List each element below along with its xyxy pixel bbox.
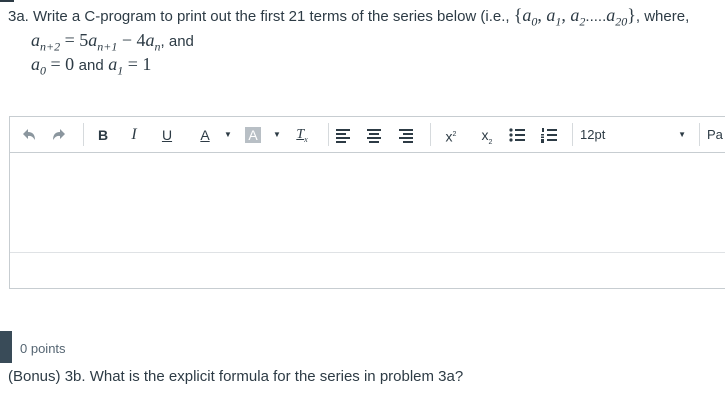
question-3a-line1: 3a. Write a C-program to print out the f… [8, 5, 690, 29]
editor-status-bar [10, 252, 725, 288]
superscript-button[interactable]: x2 [440, 125, 462, 145]
question-3a-intro: 3a. Write a C-program to print out the f… [8, 8, 514, 25]
editor-content-area[interactable] [10, 152, 725, 252]
initial-conditions: a0 = 0 and a1 = 1 [31, 54, 152, 78]
superscript-label: x [445, 128, 453, 145]
toolbar-separator [572, 123, 573, 146]
toolbar-separator [430, 123, 431, 146]
rich-text-editor: B I U A ▼ A ▼ Tx x2 x2 12pt ▼ Pa [9, 116, 725, 289]
recurrence-equation: an+2 = 5an+1 − 4an, and [31, 30, 194, 54]
toolbar-separator [699, 123, 700, 146]
numbered-list-icon[interactable] [540, 125, 562, 145]
term-ellipsis: ..... [585, 8, 607, 25]
undo-icon[interactable] [20, 125, 42, 145]
question-3b-text: (Bonus) 3b. What is the explicit formula… [8, 368, 464, 385]
bold-button[interactable]: B [92, 125, 114, 145]
toolbar-separator [83, 123, 84, 146]
subscript-label: x [481, 127, 489, 143]
clear-formatting-label: T [296, 127, 305, 142]
question-3a-after: , where, [635, 8, 690, 25]
font-size-select[interactable]: 12pt ▼ [580, 125, 692, 145]
background-color-button[interactable]: A [245, 127, 261, 143]
editor-toolbar: B I U A ▼ A ▼ Tx x2 x2 12pt ▼ Pa [10, 117, 725, 153]
clear-formatting-button[interactable]: Tx [292, 125, 312, 145]
align-left-icon[interactable] [335, 125, 357, 145]
term-a20-sub: 20 [615, 14, 628, 29]
brace-close: } [627, 5, 636, 25]
redo-icon[interactable] [50, 125, 72, 145]
align-center-icon[interactable] [366, 125, 388, 145]
font-size-dropdown-icon: ▼ [678, 130, 686, 139]
question-top-marker [0, 0, 14, 2]
font-size-value: 12pt [580, 127, 606, 142]
bullet-list-icon[interactable] [508, 125, 530, 145]
background-color-dropdown-icon[interactable]: ▼ [272, 125, 282, 145]
font-color-button[interactable]: A [195, 125, 215, 145]
question-3b-points: 0 points [20, 341, 66, 356]
paragraph-format-select[interactable]: Pa [707, 125, 723, 145]
align-right-icon[interactable] [398, 125, 420, 145]
term-a20: a [606, 5, 616, 25]
italic-button[interactable]: I [123, 125, 145, 145]
underline-button[interactable]: U [156, 125, 178, 145]
toolbar-separator [328, 123, 329, 146]
font-color-dropdown-icon[interactable]: ▼ [223, 125, 233, 145]
question-3a: 3a. Write a C-program to print out the f… [8, 4, 723, 78]
subscript-button[interactable]: x2 [476, 125, 498, 146]
question-3b-marker [0, 331, 12, 363]
